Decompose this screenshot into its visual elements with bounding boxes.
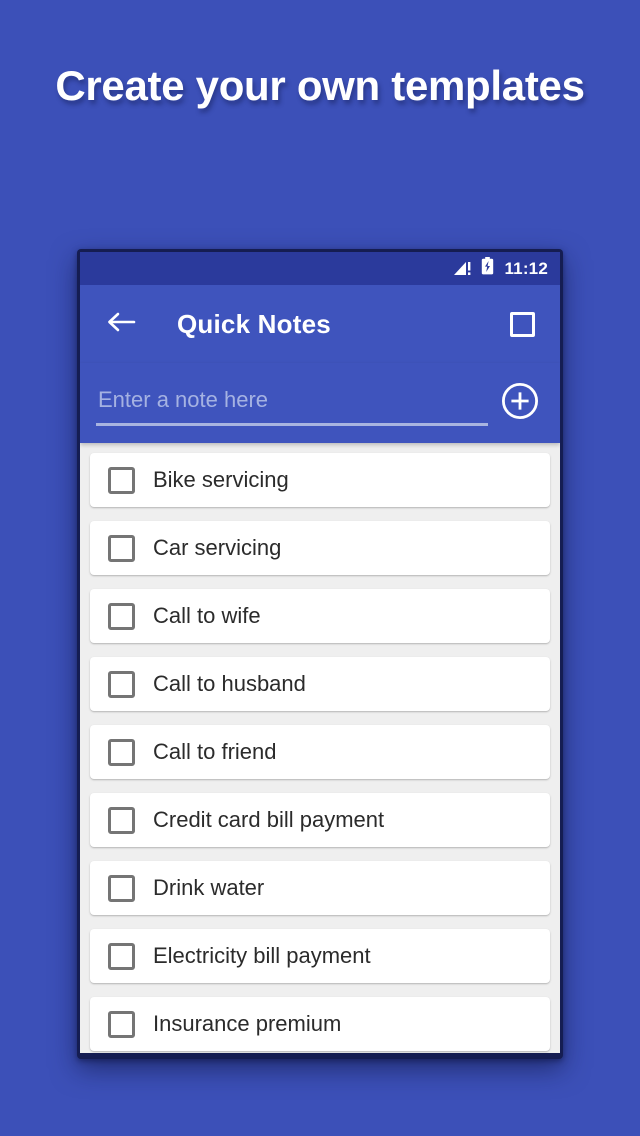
list-item-label: Car servicing xyxy=(153,535,282,560)
add-note-button[interactable] xyxy=(500,382,540,425)
list-item[interactable]: Bike servicing xyxy=(90,453,550,507)
checkbox-unchecked-icon[interactable] xyxy=(108,534,135,562)
list-item-label: Call to husband xyxy=(153,671,306,696)
promo-canvas: Create your own templates 11:12 Quick No… xyxy=(0,0,640,1136)
list-item[interactable]: Drink water xyxy=(90,861,550,915)
phone-device-frame: 11:12 Quick Notes Enter a note here Bike… xyxy=(77,249,563,1059)
list-item-label: Call to wife xyxy=(153,603,261,628)
list-item[interactable]: Electricity bill payment xyxy=(90,929,550,983)
list-item-label: Call to friend xyxy=(153,739,277,764)
note-input-field-wrapper xyxy=(96,380,492,426)
status-bar: 11:12 xyxy=(80,252,560,285)
checkbox-unchecked-icon[interactable] xyxy=(108,602,135,630)
notes-list[interactable]: Bike servicing Car servicing Call to wif… xyxy=(80,443,560,1053)
promo-headline: Create your own templates xyxy=(55,62,585,109)
signal-warning-icon xyxy=(454,261,474,276)
checkbox-unchecked-icon[interactable] xyxy=(108,670,135,698)
note-input[interactable] xyxy=(96,380,492,420)
status-bar-clock: 11:12 xyxy=(504,258,548,278)
list-item[interactable]: Car servicing xyxy=(90,521,550,575)
list-item[interactable]: Call to friend xyxy=(90,725,550,779)
checkbox-unchecked-icon[interactable] xyxy=(108,942,135,970)
list-item-label: Credit card bill payment xyxy=(153,807,385,832)
app-bar: Quick Notes xyxy=(80,285,560,363)
list-item-label: Drink water xyxy=(153,875,265,900)
checkbox-unchecked-icon[interactable] xyxy=(108,874,135,902)
note-input-bar xyxy=(80,363,560,443)
checkbox-unchecked-icon[interactable] xyxy=(108,806,135,834)
battery-charging-icon xyxy=(481,257,494,280)
list-item[interactable]: Insurance premium xyxy=(90,997,550,1051)
app-bar-title: Quick Notes xyxy=(177,308,331,339)
list-item[interactable]: Call to husband xyxy=(90,657,550,711)
select-all-button[interactable] xyxy=(506,308,538,340)
back-button[interactable] xyxy=(105,308,137,340)
add-circle-icon xyxy=(501,382,539,425)
checkbox-unchecked-icon[interactable] xyxy=(108,1010,135,1038)
checkbox-unchecked-icon[interactable] xyxy=(108,738,135,766)
list-item-label: Electricity bill payment xyxy=(153,943,371,968)
note-input-underline xyxy=(96,423,488,426)
select-all-square-icon xyxy=(509,311,535,337)
list-item-label: Bike servicing xyxy=(153,467,289,492)
list-item[interactable]: Call to wife xyxy=(90,589,550,643)
list-item-label: Insurance premium xyxy=(153,1011,342,1036)
checkbox-unchecked-icon[interactable] xyxy=(108,466,135,494)
list-item[interactable]: Credit card bill payment xyxy=(90,793,550,847)
phone-screen: 11:12 Quick Notes Enter a note here Bike… xyxy=(80,252,560,1053)
back-arrow-icon xyxy=(106,310,136,339)
status-bar-icons: 11:12 xyxy=(454,257,548,280)
